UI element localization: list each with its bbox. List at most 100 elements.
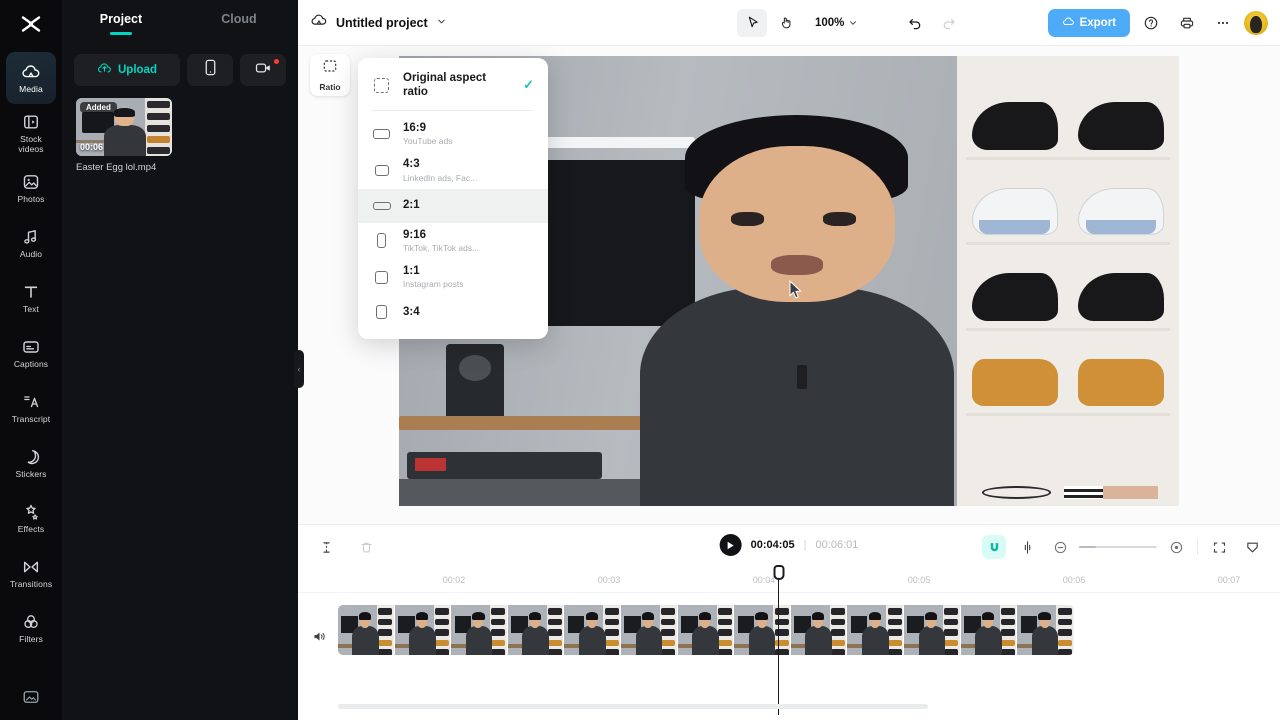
more-horizontal-icon[interactable] xyxy=(1208,9,1238,37)
rect-43-icon xyxy=(372,164,391,176)
undo-button[interactable] xyxy=(900,9,930,37)
trash-icon[interactable] xyxy=(354,535,378,559)
speaker-icon[interactable] xyxy=(312,629,327,649)
export-cloud-icon xyxy=(1062,15,1075,31)
ruler-tick: 00:05 xyxy=(907,575,931,585)
timeline-ruler[interactable]: 00:02 00:03 00:04 00:05 00:06 00:07 xyxy=(298,569,1280,593)
printer-icon[interactable] xyxy=(1172,9,1202,37)
time-separator: | xyxy=(803,539,807,551)
playhead[interactable] xyxy=(773,565,784,715)
aspect-ratio-dropdown-menu: Original aspect ratio ✓ 16:9 YouTube ads 4:3… xyxy=(358,58,548,340)
select-tool-button[interactable] xyxy=(737,8,767,37)
zoom-in-icon[interactable] xyxy=(1164,535,1188,559)
sidebar-item-label: Transcript xyxy=(11,413,51,424)
sidebar-item-transcript[interactable]: Transcript xyxy=(6,382,56,434)
project-title: Untitled project xyxy=(336,15,428,30)
record-new-badge xyxy=(274,59,279,64)
rect-square-icon xyxy=(372,270,391,284)
chevron-down-icon[interactable] xyxy=(436,14,447,32)
panel-action-row: Upload xyxy=(62,46,298,86)
sidebar-item-label: Transitions xyxy=(9,578,53,589)
stock-videos-icon xyxy=(21,112,41,132)
project-title-group[interactable]: Untitled project xyxy=(310,11,447,34)
top-right-group: Export xyxy=(1047,8,1268,37)
panel-collapse-handle[interactable]: ‹ xyxy=(294,350,304,388)
timeline-zoom-slider[interactable] xyxy=(1048,535,1188,559)
photos-icon xyxy=(21,172,41,192)
marker-icon[interactable] xyxy=(1240,535,1264,559)
clip-frame xyxy=(677,605,735,655)
rect-ultrawide-icon xyxy=(372,201,391,210)
sidebar-item-label: Effects xyxy=(17,523,45,534)
sidebar-item-stickers[interactable]: Stickers xyxy=(6,437,56,489)
sidebar-item-stock-videos[interactable]: Stock videos xyxy=(6,107,56,159)
fit-screen-icon[interactable] xyxy=(1207,535,1231,559)
ruler-tick: 00:07 xyxy=(1217,575,1241,585)
avatar[interactable] xyxy=(1244,10,1268,35)
redo-button[interactable] xyxy=(934,9,964,37)
ratio-option-16-9[interactable]: 16:9 YouTube ads xyxy=(358,116,548,152)
sidebar-item-transitions[interactable]: Transitions xyxy=(6,547,56,599)
ratio-option-original-aspect-ratio[interactable]: Original aspect ratio ✓ xyxy=(358,66,548,105)
capcut-logo-icon[interactable] xyxy=(0,0,62,48)
current-time: 00:04:05 xyxy=(750,539,795,551)
ratio-option-title: 4:3 xyxy=(403,158,420,171)
ruler-tick: 00:03 xyxy=(597,575,621,585)
upload-from-phone-button[interactable] xyxy=(187,54,233,86)
gallery-icon[interactable] xyxy=(0,688,62,706)
capcut-editor-window: Media Stock videos Photos Audio Text Captions… xyxy=(0,0,1280,720)
zoom-level-dropdown[interactable]: 100% xyxy=(815,17,858,29)
sidebar-item-effects[interactable]: Effects xyxy=(6,492,56,544)
tab-project[interactable]: Project xyxy=(62,12,180,35)
export-button[interactable]: Export xyxy=(1047,8,1130,37)
ratio-option-title: 3:4 xyxy=(403,306,420,319)
clip-frame xyxy=(960,605,1018,655)
timeline-track-area xyxy=(298,565,1280,715)
playhead-handle[interactable] xyxy=(773,565,784,580)
help-circle-icon[interactable] xyxy=(1136,9,1166,37)
ratio-button[interactable]: Ratio xyxy=(310,54,350,96)
sidebar-item-media[interactable]: Media xyxy=(6,52,56,104)
sidebar-item-text[interactable]: Text xyxy=(6,272,56,324)
media-library-grid: Added 00:06 Easter Egg lol.mp4 xyxy=(62,86,298,185)
split-icon[interactable] xyxy=(314,535,338,559)
ratio-option-1-1[interactable]: 1:1 Instagram posts xyxy=(358,259,548,295)
sidebar-item-captions[interactable]: Captions xyxy=(6,327,56,379)
hand-tool-button[interactable] xyxy=(771,9,801,37)
upload-button[interactable]: Upload xyxy=(74,54,180,86)
zoom-out-icon[interactable] xyxy=(1048,535,1072,559)
sidebar-item-filters[interactable]: Filters xyxy=(6,602,56,654)
media-cloud-icon xyxy=(21,62,41,82)
ratio-option-title: 16:9 xyxy=(403,121,427,134)
media-item[interactable]: Added 00:06 Easter Egg lol.mp4 xyxy=(76,98,172,173)
sidebar-item-photos[interactable]: Photos xyxy=(6,162,56,214)
ruler-tick: 00:06 xyxy=(1062,575,1086,585)
clip-frame xyxy=(790,605,848,655)
ratio-button-label: Ratio xyxy=(319,82,341,92)
media-file-name: Easter Egg lol.mp4 xyxy=(76,162,157,173)
dashed-square-icon xyxy=(372,77,391,93)
ratio-option-4-3[interactable]: 4:3 LinkedIn ads, Fac... xyxy=(358,152,548,188)
sidebar-item-label: Text xyxy=(23,303,39,314)
ratio-option-9-16[interactable]: 9:16 TikTok, TikTok ads... xyxy=(358,223,548,259)
tab-cloud[interactable]: Cloud xyxy=(180,12,298,35)
phone-icon xyxy=(204,59,217,81)
keyframe-icon[interactable] xyxy=(1015,535,1039,559)
effects-icon xyxy=(21,502,41,522)
zoom-slider-track[interactable] xyxy=(1079,546,1157,548)
sidebar-item-label: Media xyxy=(19,83,43,94)
media-thumbnail[interactable]: Added 00:06 xyxy=(76,98,172,156)
sidebar-item-audio[interactable]: Audio xyxy=(6,217,56,269)
record-button[interactable] xyxy=(240,54,286,86)
ratio-option-2-1[interactable]: 2:1 xyxy=(358,188,548,223)
sidebar-item-label: Captions xyxy=(13,358,49,369)
stickers-icon xyxy=(21,447,41,467)
transcript-icon xyxy=(21,392,41,412)
play-button[interactable] xyxy=(719,534,742,556)
panel-tab-bar: Project Cloud xyxy=(62,0,298,46)
ratio-option-3-4[interactable]: 3:4 xyxy=(358,295,548,329)
video-clip[interactable] xyxy=(338,605,1074,655)
magnet-icon[interactable] xyxy=(982,535,1006,559)
preview-area: Ratio Original aspect ratio ✓ 16:9 YouTu… xyxy=(298,46,1280,524)
timeline-horizontal-scrollbar[interactable] xyxy=(338,704,928,709)
